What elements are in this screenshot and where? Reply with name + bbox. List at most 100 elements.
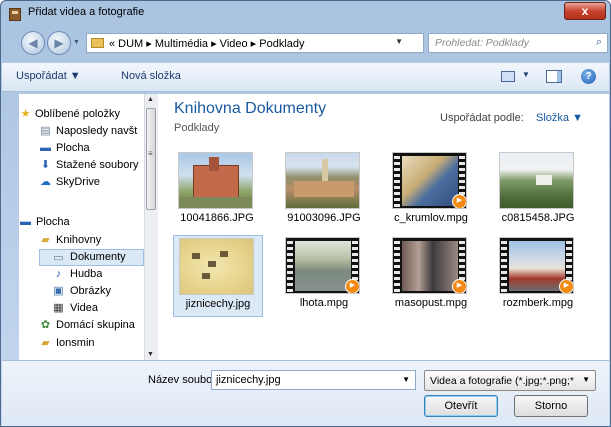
- file-tile[interactable]: 10041866.JPG: [173, 150, 263, 232]
- navigation-pane: ★ Oblíbené položky ▤ Naposledy navšt ▬ P…: [19, 94, 157, 360]
- sidebar-item-label: Videa: [70, 302, 98, 314]
- sidebar-item-label: SkyDrive: [56, 176, 101, 188]
- close-button[interactable]: x: [564, 2, 606, 20]
- music-icon: ♪: [55, 268, 62, 280]
- sidebar-item-recent[interactable]: ▤ Naposledy navšt: [19, 123, 144, 140]
- desktop-icon: ▬: [20, 216, 31, 228]
- skydrive-icon: ☁: [40, 176, 51, 188]
- sidebar-item-label: Plocha: [56, 142, 90, 154]
- libraries-icon: ▰: [41, 234, 50, 246]
- video-thumbnail: ▶: [392, 237, 467, 294]
- sidebar-item-favorites[interactable]: ★ Oblíbené položky: [19, 106, 144, 123]
- sidebar-item-label: Stažené soubory: [56, 159, 139, 171]
- video-thumbnail: ▶: [285, 237, 360, 294]
- sidebar-item-skydrive[interactable]: ☁ SkyDrive: [19, 174, 144, 191]
- preview-pane-icon[interactable]: [546, 70, 562, 83]
- file-tile[interactable]: ▶ rozmberk.mpg: [494, 235, 584, 317]
- pictures-icon: ▣: [53, 285, 64, 297]
- play-icon: ▶: [559, 279, 573, 293]
- file-type-select[interactable]: Videa a fotografie (*.jpg;*.png;* ▼: [424, 370, 596, 391]
- sidebar-item-videos[interactable]: ▦ Videa: [19, 300, 144, 317]
- search-icon[interactable]: ⌕: [596, 36, 602, 49]
- file-view: Knihovna Dokumenty Podklady Uspořádat po…: [158, 94, 609, 360]
- help-icon[interactable]: ?: [581, 69, 596, 84]
- sidebar-item-label: Obrázky: [70, 285, 111, 297]
- play-icon: ▶: [345, 279, 359, 293]
- file-name: lhota.mpg: [299, 297, 349, 309]
- sidebar-item-pictures[interactable]: ▣ Obrázky: [19, 283, 144, 300]
- file-tile[interactable]: ▶ lhota.mpg: [280, 235, 370, 317]
- photo-thumbnail: [499, 152, 574, 209]
- filename-value[interactable]: jiznicechy.jpg: [216, 374, 281, 386]
- play-icon: ▶: [452, 194, 466, 208]
- chevron-down-icon[interactable]: ▼: [395, 37, 403, 46]
- forward-button[interactable]: ▶: [47, 31, 71, 55]
- address-breadcrumb[interactable]: « DUM ▸ Multimédia ▸ Video ▸ Podklady ▼ …: [86, 33, 497, 53]
- sidebar-item-libraries[interactable]: ▰ Knihovny: [19, 232, 144, 249]
- user-folder-icon: ▰: [41, 337, 50, 349]
- video-thumbnail: ▶: [499, 237, 574, 294]
- arrow-left-icon: ◀: [28, 36, 38, 50]
- arrow-right-icon: ▶: [54, 36, 64, 50]
- breadcrumb-path[interactable]: « DUM ▸ Multimédia ▸ Video ▸ Podklady: [109, 37, 305, 50]
- sidebar-item-label: Dokumenty: [70, 251, 126, 263]
- file-tile-selected[interactable]: jiznicechy.jpg: [173, 235, 263, 317]
- chevron-down-icon[interactable]: ▼: [522, 70, 530, 79]
- homegroup-icon: ✿: [40, 319, 51, 331]
- file-name: rozmberk.mpg: [502, 297, 574, 309]
- search-input[interactable]: Prohledat: Podklady ⌕: [428, 33, 608, 53]
- sidebar-item-label: Naposledy navšt: [56, 125, 138, 137]
- play-icon: ▶: [452, 279, 466, 293]
- file-tile[interactable]: ▶ masopust.mpg: [387, 235, 477, 317]
- scroll-up-icon[interactable]: ▲: [147, 96, 154, 103]
- scroll-down-icon[interactable]: ▼: [147, 351, 154, 358]
- recent-locations-dropdown-icon[interactable]: ▼: [73, 39, 80, 46]
- file-tile[interactable]: c0815458.JPG: [494, 150, 584, 232]
- sidebar-item-label: Knihovny: [56, 234, 102, 246]
- documents-icon: ▭: [53, 252, 64, 264]
- cancel-button[interactable]: Storno: [514, 395, 588, 417]
- sidebar-item-label: Domácí skupina: [56, 319, 135, 331]
- photo-thumbnail: [285, 152, 360, 209]
- arrange-by-label: Uspořádat podle:: [440, 112, 524, 124]
- dialog-window: Přidat videa a fotografie x ◀ ▶ ▼ « DUM …: [0, 0, 611, 427]
- open-button[interactable]: Otevřít: [424, 395, 498, 417]
- file-name: jiznicechy.jpg: [185, 298, 251, 310]
- sidebar-item-label: Oblíbené položky: [35, 108, 120, 120]
- sidebar-item-downloads[interactable]: ⬇ Stažené soubory: [19, 157, 144, 174]
- back-button[interactable]: ◀: [21, 31, 45, 55]
- sidebar-item-user[interactable]: ▰ Ionsmin: [19, 335, 144, 352]
- photo-thumbnail: [179, 238, 254, 295]
- video-thumbnail: ▶: [392, 152, 467, 209]
- file-name-bar: Název souboru: jiznicechy.jpg ▼ Videa a …: [2, 360, 609, 426]
- file-name: c0815458.JPG: [501, 212, 575, 224]
- recent-places-icon: ▤: [40, 125, 51, 137]
- address-bar-row: ◀ ▶ ▼ « DUM ▸ Multimédia ▸ Video ▸ Podkl…: [1, 27, 610, 59]
- chevron-down-icon: ▼: [582, 375, 590, 384]
- scrollbar-thumb[interactable]: [146, 108, 156, 210]
- file-tile[interactable]: 91003096.JPG: [280, 150, 370, 232]
- library-title: Knihovna Dokumenty: [174, 100, 327, 117]
- star-icon: ★: [20, 108, 31, 120]
- arrange-by-dropdown[interactable]: Složka ▼: [536, 112, 583, 124]
- videos-icon: ▦: [53, 302, 64, 314]
- desktop-icon: ▬: [40, 142, 51, 154]
- new-folder-button[interactable]: Nová složka: [121, 70, 181, 82]
- chevron-down-icon[interactable]: ▼: [402, 375, 410, 384]
- sidebar-item-label: Plocha: [36, 216, 70, 228]
- sidebar-item-homegroup[interactable]: ✿ Domácí skupina: [19, 317, 144, 334]
- filename-field[interactable]: jiznicechy.jpg ▼: [211, 370, 416, 390]
- sidebar-item-documents[interactable]: ▭ Dokumenty: [39, 249, 144, 266]
- file-name: c_krumlov.mpg: [394, 212, 468, 224]
- folder-icon: [91, 38, 104, 48]
- sidebar-item-desktop[interactable]: ▬ Plocha: [19, 140, 144, 157]
- sidebar-scrollbar[interactable]: ▲ ▼: [144, 94, 158, 360]
- view-options-icon[interactable]: [501, 71, 515, 82]
- sidebar-item-desktop-root[interactable]: ▬ Plocha: [19, 214, 144, 231]
- organize-button[interactable]: Uspořádat ▼: [16, 70, 81, 82]
- sidebar-item-label: Hudba: [70, 268, 103, 280]
- file-tile[interactable]: ▶ c_krumlov.mpg: [387, 150, 477, 232]
- sidebar-item-music[interactable]: ♪ Hudba: [19, 266, 144, 283]
- file-name: masopust.mpg: [394, 297, 468, 309]
- file-name: 91003096.JPG: [287, 212, 361, 224]
